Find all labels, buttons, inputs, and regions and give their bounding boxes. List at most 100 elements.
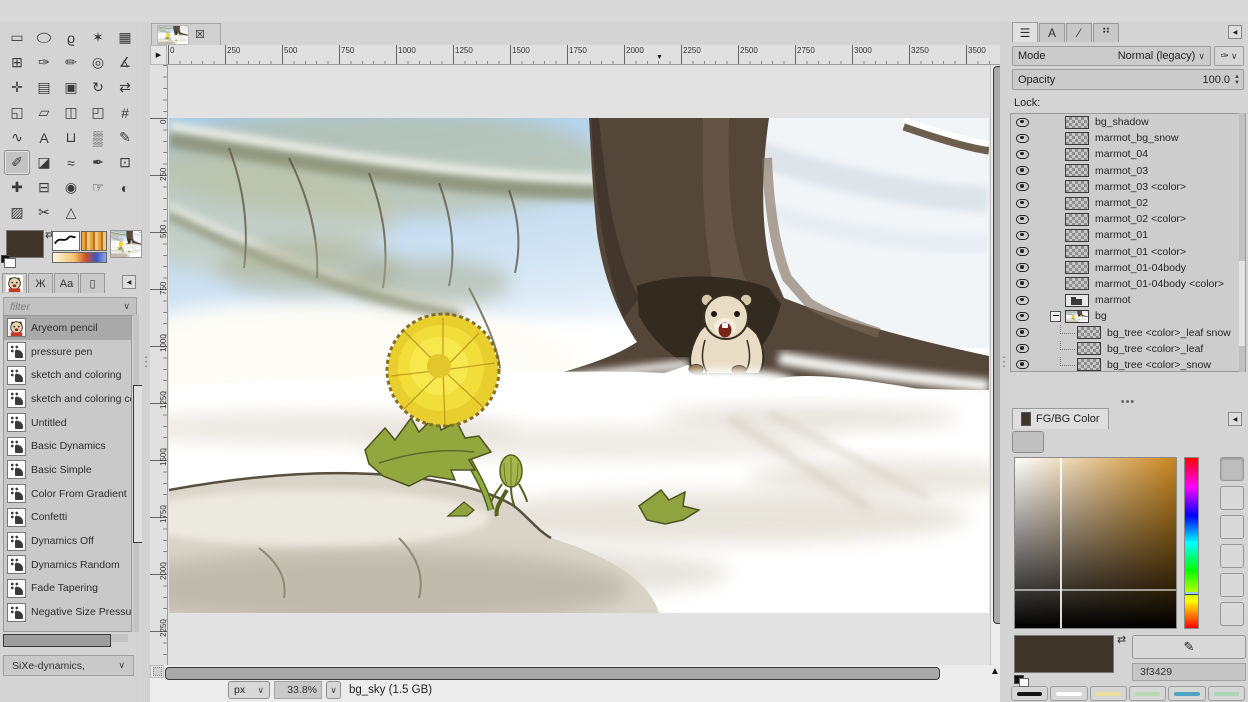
channel-button[interactable] xyxy=(1220,515,1244,539)
visibility-eye-icon[interactable] xyxy=(1016,215,1029,224)
visibility-eye-icon[interactable] xyxy=(1016,328,1029,337)
panel-menu-button[interactable]: ◀ xyxy=(1228,412,1242,426)
gradient-preview[interactable] xyxy=(52,252,107,263)
visibility-eye-icon[interactable] xyxy=(1016,296,1029,305)
dynamics-scrollbar-vertical[interactable] xyxy=(133,315,139,632)
visibility-eye-icon[interactable] xyxy=(1016,231,1029,240)
visibility-eye-icon[interactable] xyxy=(1016,166,1029,175)
zoom-dropdown-button[interactable]: ∨ xyxy=(326,681,341,699)
layer-row[interactable]: marmot_01 <color> xyxy=(1011,244,1245,260)
layer-row[interactable]: marmot xyxy=(1011,292,1245,308)
collapse-expander-icon[interactable] xyxy=(1050,311,1061,322)
visibility-eye-icon[interactable] xyxy=(1016,182,1029,191)
channel-button[interactable] xyxy=(1220,573,1244,597)
dock-resize-handle[interactable]: ⋮ xyxy=(142,22,150,702)
swap-colors-icon[interactable]: ⇄ xyxy=(1117,633,1126,646)
hue-slider[interactable] xyxy=(1184,457,1199,629)
menu-item[interactable] xyxy=(148,8,166,14)
image-tab[interactable]: ☒ xyxy=(151,23,221,45)
quickmask-button[interactable] xyxy=(150,665,164,678)
dynamics-list-item[interactable]: pressure pen xyxy=(4,340,131,364)
vertical-ruler[interactable]: 0250500750100012501500175020002250 xyxy=(150,65,168,665)
zoom-field[interactable]: 33.8% xyxy=(274,681,322,699)
close-icon[interactable]: ☒ xyxy=(195,28,205,41)
channel-button[interactable] xyxy=(1220,544,1244,568)
canvas-image[interactable] xyxy=(169,118,989,613)
channel-button[interactable] xyxy=(1220,486,1244,510)
dock-resize-handle[interactable]: ••• xyxy=(1008,398,1248,406)
layer-row[interactable]: bg xyxy=(1011,308,1245,324)
layer-row[interactable]: marmot_02 <color> xyxy=(1011,211,1245,227)
visibility-eye-icon[interactable] xyxy=(1016,247,1029,256)
menu-item[interactable] xyxy=(40,8,58,14)
layer-row[interactable]: marmot_03 xyxy=(1011,163,1245,179)
opacity-slider[interactable]: Opacity 100.0 ▲▼ xyxy=(1012,69,1244,90)
channel-button[interactable] xyxy=(1220,457,1244,481)
history-color-button[interactable] xyxy=(1129,686,1166,701)
menu-item[interactable] xyxy=(22,8,40,14)
menu-item[interactable] xyxy=(58,8,76,14)
layer-row[interactable]: bg_shadow xyxy=(1011,114,1245,130)
layer-row[interactable]: bg_tree <color>_snow xyxy=(1011,357,1245,372)
panel-menu-button[interactable]: ◀ xyxy=(122,275,136,289)
menu-item[interactable] xyxy=(112,8,130,14)
dynamics-list-item[interactable]: Negative Size Pressure xyxy=(4,600,131,624)
dynamics-list-item[interactable]: Aryeom pencil xyxy=(4,316,131,340)
dynamics-list-item[interactable]: Fade Tapering xyxy=(4,577,131,601)
dynamics-list-item[interactable]: Confetti xyxy=(4,506,131,530)
history-color-button[interactable] xyxy=(1011,686,1048,701)
menu-item[interactable] xyxy=(202,8,220,14)
dynamics-list-item[interactable]: Dynamics Off xyxy=(4,529,131,553)
menu-item[interactable] xyxy=(76,8,94,14)
foreground-color-mini[interactable] xyxy=(1019,678,1029,687)
canvas-viewport[interactable] xyxy=(168,65,990,665)
layer-row[interactable]: marmot_01-04body <color> xyxy=(1011,276,1245,292)
foreground-color-swatch[interactable] xyxy=(6,230,44,258)
layer-row[interactable]: marmot_01 xyxy=(1011,227,1245,243)
visibility-eye-icon[interactable] xyxy=(1016,199,1029,208)
visibility-eye-icon[interactable] xyxy=(1016,263,1029,272)
tab-fgbg-color[interactable]: FG/BG Color xyxy=(1012,408,1109,429)
unit-combo[interactable]: px ∨ xyxy=(228,681,270,699)
dynamics-list-item[interactable]: Color From Gradient xyxy=(4,482,131,506)
layers-scrollbar[interactable] xyxy=(1239,113,1245,372)
background-color-swatch[interactable] xyxy=(4,258,16,268)
hex-input[interactable]: 3f3429 xyxy=(1132,663,1246,681)
dynamics-collection-combo[interactable]: SiXe-dynamics, ∨ xyxy=(3,655,134,676)
layer-row[interactable]: bg_tree <color>_leaf xyxy=(1011,341,1245,357)
history-color-button[interactable] xyxy=(1090,686,1127,701)
mode-space-switch-button[interactable]: ✑ ∨ xyxy=(1214,46,1244,66)
dynamics-list-item[interactable]: Dynamics Random xyxy=(4,553,131,577)
image-thumbnail[interactable] xyxy=(110,230,142,258)
dock-resize-handle[interactable]: ⋮ xyxy=(1000,22,1008,702)
canvas-scrollbar-horizontal[interactable] xyxy=(164,665,988,678)
menu-item[interactable] xyxy=(130,8,148,14)
dynamics-filter[interactable]: filter ∨ xyxy=(3,297,137,316)
spinner-arrows-icon[interactable]: ▲▼ xyxy=(1234,74,1240,86)
dynamics-list-item[interactable]: Basic Simple xyxy=(4,458,131,482)
dynamics-list-item[interactable]: sketch and coloring copy xyxy=(4,387,131,411)
saturation-value-square[interactable] xyxy=(1014,457,1177,629)
dynamics-scrollbar-horizontal[interactable] xyxy=(3,634,128,642)
menu-item[interactable] xyxy=(184,8,202,14)
layer-row[interactable]: marmot_02 xyxy=(1011,195,1245,211)
panel-menu-button[interactable]: ◀ xyxy=(1228,25,1242,39)
layer-row[interactable]: marmot_bg_snow xyxy=(1011,130,1245,146)
visibility-eye-icon[interactable] xyxy=(1016,134,1029,143)
layer-mode-dropdown[interactable]: Mode Normal (legacy) ∨ xyxy=(1012,46,1211,66)
pattern-preview[interactable] xyxy=(81,231,107,251)
pick-color-button[interactable]: ✎ xyxy=(1132,635,1246,659)
ruler-corner-button[interactable]: ▶ xyxy=(150,45,167,65)
history-color-button[interactable] xyxy=(1168,686,1205,701)
horizontal-ruler[interactable]: ▼ 02505007501000125015001750200022502500… xyxy=(167,45,1002,65)
channel-button[interactable] xyxy=(1220,602,1244,626)
visibility-eye-icon[interactable] xyxy=(1016,118,1029,127)
foreground-color-swatch[interactable] xyxy=(1014,635,1114,673)
layer-row[interactable]: marmot_03 <color> xyxy=(1011,179,1245,195)
dynamics-list-item[interactable]: Untitled xyxy=(4,411,131,435)
layer-row[interactable]: bg_tree <color>_leaf snow xyxy=(1011,324,1245,340)
visibility-eye-icon[interactable] xyxy=(1016,150,1029,159)
dynamics-list-item[interactable]: Basic Dynamics xyxy=(4,434,131,458)
visibility-eye-icon[interactable] xyxy=(1016,279,1029,288)
menu-item[interactable] xyxy=(166,8,184,14)
